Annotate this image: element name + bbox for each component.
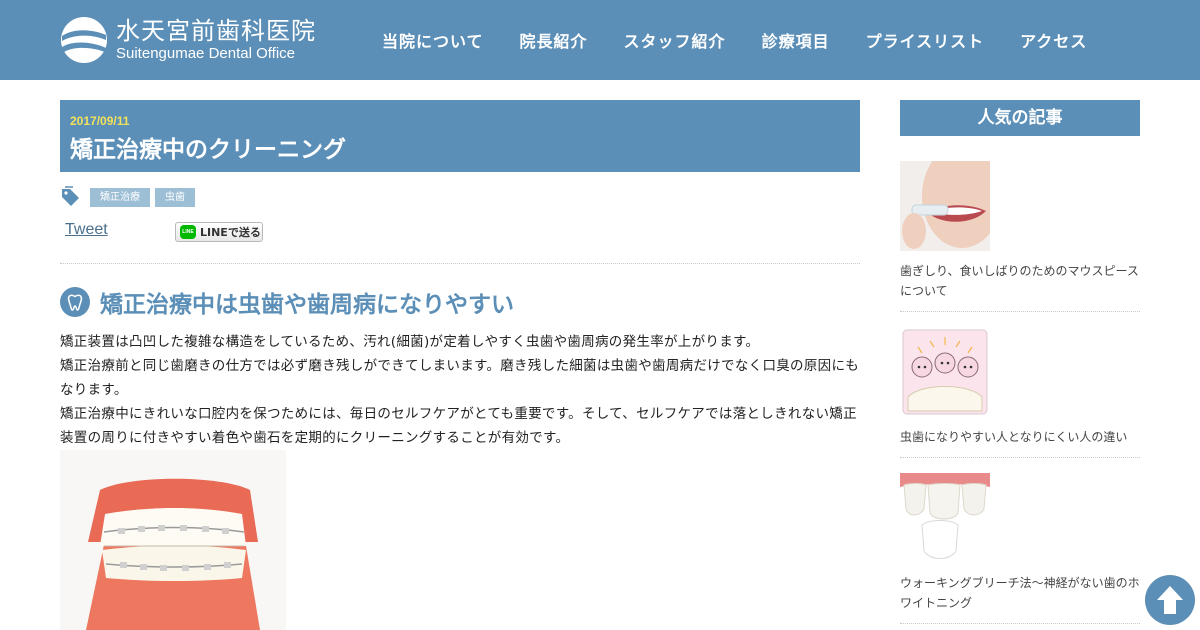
popular-post-item[interactable]: ウォーキングブリーチ法～神経がない歯のホワイトニング xyxy=(900,473,1140,624)
arrow-up-icon xyxy=(1157,586,1183,614)
line-share-button[interactable]: LINE LINEで送る xyxy=(175,222,263,242)
logo-english-name: Suitengumae Dental Office xyxy=(116,45,295,62)
line-logo-icon: LINE xyxy=(180,225,196,239)
section-heading: 矯正治療中は虫歯や歯周病になりやすい xyxy=(60,286,514,318)
tag-list: 矯正治療 虫歯 xyxy=(60,186,200,208)
tag-icon xyxy=(62,186,79,206)
site-logo[interactable]: 水天宮前歯科医院 Suitengumae Dental Office xyxy=(60,14,340,66)
popular-post-thumbnail xyxy=(900,327,990,417)
logo-japanese-name: 水天宮前歯科医院 xyxy=(116,17,316,45)
post-date: 2017/09/11 xyxy=(70,114,130,128)
tag-cavity[interactable]: 虫歯 xyxy=(155,187,195,207)
post-title: 矯正治療中のクリーニング xyxy=(70,137,346,163)
nav-price-list[interactable]: プライスリスト xyxy=(866,28,985,52)
nav-staff[interactable]: スタッフ紹介 xyxy=(624,28,726,52)
divider xyxy=(900,457,1140,458)
popular-post-title: ウォーキングブリーチ法～神経がない歯のホワイトニング xyxy=(900,576,1140,610)
popular-post-thumbnail xyxy=(900,161,990,251)
section-title: 矯正治療中は虫歯や歯周病になりやすい xyxy=(100,292,514,318)
popular-post-item[interactable]: 歯ぎしり、食いしばりのためのマウスピースについて xyxy=(900,161,1140,312)
popular-post-title: 歯ぎしり、食いしばりのためのマウスピースについて xyxy=(900,264,1139,298)
braces-model-photo xyxy=(60,450,286,630)
popular-post-thumbnail xyxy=(900,473,990,563)
article-body: 矯正装置は凸凹した複雑な構造をしているため、汚れ(細菌)が定着しやすく虫歯や歯周… xyxy=(60,330,860,450)
nav-treatments[interactable]: 診療項目 xyxy=(762,28,830,52)
logo-mark-icon xyxy=(61,17,107,63)
site-header: 水天宮前歯科医院 Suitengumae Dental Office 当院につい… xyxy=(0,0,1200,80)
paragraph: 矯正治療中にきれいな口腔内を保つためには、毎日のセルフケアがとても重要です。そし… xyxy=(60,406,857,446)
tweet-button[interactable]: Tweet xyxy=(65,221,108,239)
tooth-icon xyxy=(60,287,90,317)
nav-director[interactable]: 院長紹介 xyxy=(520,28,588,52)
popular-post-item[interactable]: 虫歯になりやすい人となりにくい人の違い xyxy=(900,327,1140,458)
popular-post-title: 虫歯になりやすい人となりにくい人の違い xyxy=(900,430,1128,444)
paragraph: 矯正治療前と同じ歯磨きの仕方では必ず磨き残しができてしまいます。磨き残した細菌は… xyxy=(60,358,860,398)
main-nav: 当院について 院長紹介 スタッフ紹介 診療項目 プライスリスト アクセス xyxy=(382,0,1087,80)
nav-access[interactable]: アクセス xyxy=(1020,28,1087,52)
nav-about[interactable]: 当院について xyxy=(382,28,484,52)
paragraph: 矯正装置は凸凹した複雑な構造をしているため、汚れ(細菌)が定着しやすく虫歯や歯周… xyxy=(60,334,760,350)
divider xyxy=(900,311,1140,312)
popular-posts-heading: 人気の記事 xyxy=(900,100,1140,136)
article-header: 2017/09/11 矯正治療中のクリーニング xyxy=(60,100,860,172)
share-divider xyxy=(60,263,860,264)
scroll-to-top-button[interactable] xyxy=(1145,575,1195,625)
tag-orthodontics[interactable]: 矯正治療 xyxy=(90,187,150,207)
divider xyxy=(900,623,1140,624)
line-share-label: LINEで送る xyxy=(200,226,261,239)
